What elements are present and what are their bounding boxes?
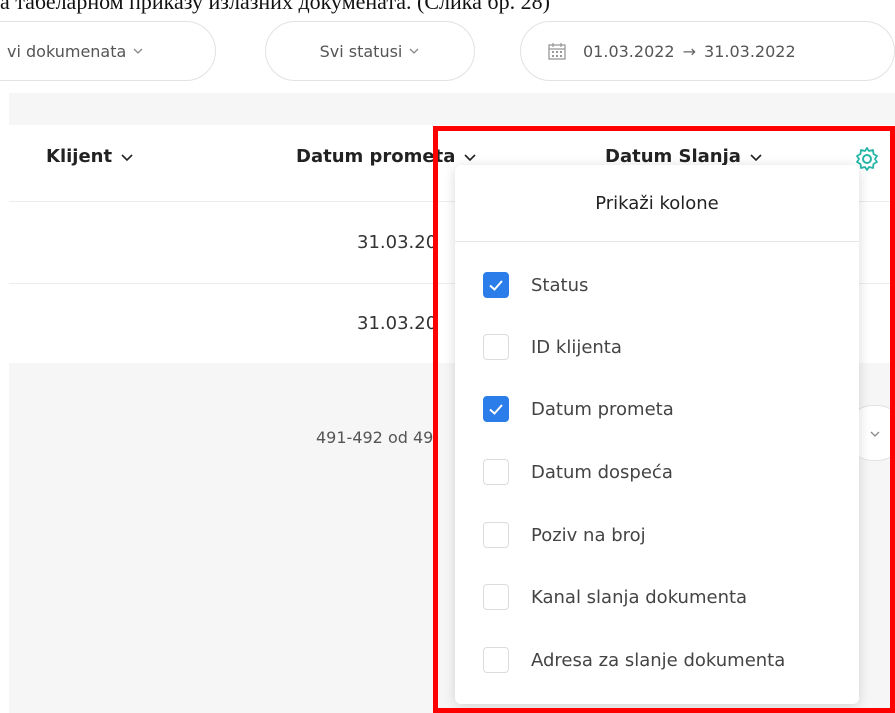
date-to: 31.03.2022	[704, 41, 796, 61]
column-header-datum-prometa-label: Datum prometa	[296, 146, 456, 167]
document-type-filter[interactable]: vi dokumenata	[0, 21, 216, 81]
document-caption: а табеларном приказу излазних докумената…	[0, 0, 550, 14]
table-cell-datum-prometa: 31.03.2022	[357, 313, 437, 334]
chevron-down-icon	[408, 45, 420, 57]
arrow-right-icon: →	[682, 41, 697, 61]
chevron-down-icon	[120, 150, 134, 164]
chevron-down-icon	[132, 45, 144, 57]
calendar-icon	[547, 41, 567, 61]
date-range-filter[interactable]: 01.03.2022 → 31.03.2022	[520, 21, 895, 81]
table-cell-datum-prometa: 31.03.2022	[357, 232, 437, 253]
column-header-klijent-label: Klijent	[46, 146, 113, 167]
column-header-klijent[interactable]: Klijent	[46, 146, 134, 167]
status-filter-label: Svi statusi	[319, 41, 403, 61]
pagination-range: 491-492 od 492	[316, 428, 436, 447]
annotation-highlight-box	[433, 126, 895, 713]
status-filter[interactable]: Svi statusi	[265, 21, 475, 81]
date-from: 01.03.2022	[583, 41, 675, 61]
document-type-filter-label: vi dokumenata	[7, 41, 127, 61]
